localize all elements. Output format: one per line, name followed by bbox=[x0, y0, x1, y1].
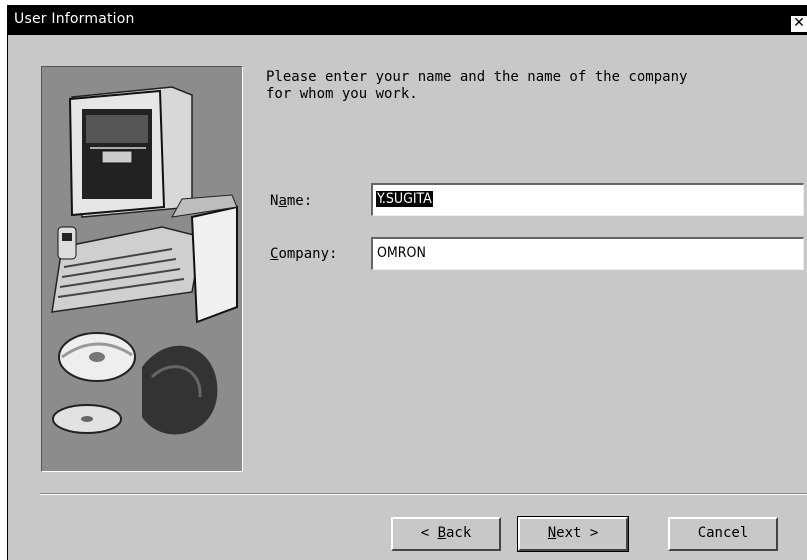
instruction-line-2: for whom you work. bbox=[266, 86, 418, 102]
company-input[interactable]: OMRON bbox=[371, 237, 804, 270]
next-button[interactable]: Next > bbox=[517, 516, 629, 552]
instruction-line-1: Please enter your name and the name of t… bbox=[266, 69, 688, 85]
name-input[interactable]: Y.SUGITA bbox=[371, 183, 804, 216]
company-label: Company: bbox=[270, 246, 338, 262]
instruction-text: Please enter your name and the name of t… bbox=[266, 69, 687, 103]
cancel-button[interactable]: Cancel bbox=[668, 517, 778, 551]
back-button[interactable]: < Back bbox=[391, 517, 501, 551]
name-label: Name: bbox=[270, 193, 313, 209]
close-button[interactable]: ✕ bbox=[790, 15, 807, 33]
name-value: Y.SUGITA bbox=[376, 191, 433, 207]
window-title: User Information bbox=[14, 11, 135, 27]
company-value: OMRON bbox=[377, 245, 426, 261]
separator bbox=[40, 493, 807, 495]
computer-and-cds-icon bbox=[51, 86, 238, 435]
computer-illustration bbox=[41, 66, 243, 472]
user-information-dialog: User Information ✕ Please enter your nam… bbox=[7, 5, 807, 560]
title-bar[interactable]: User Information ✕ bbox=[8, 5, 807, 35]
